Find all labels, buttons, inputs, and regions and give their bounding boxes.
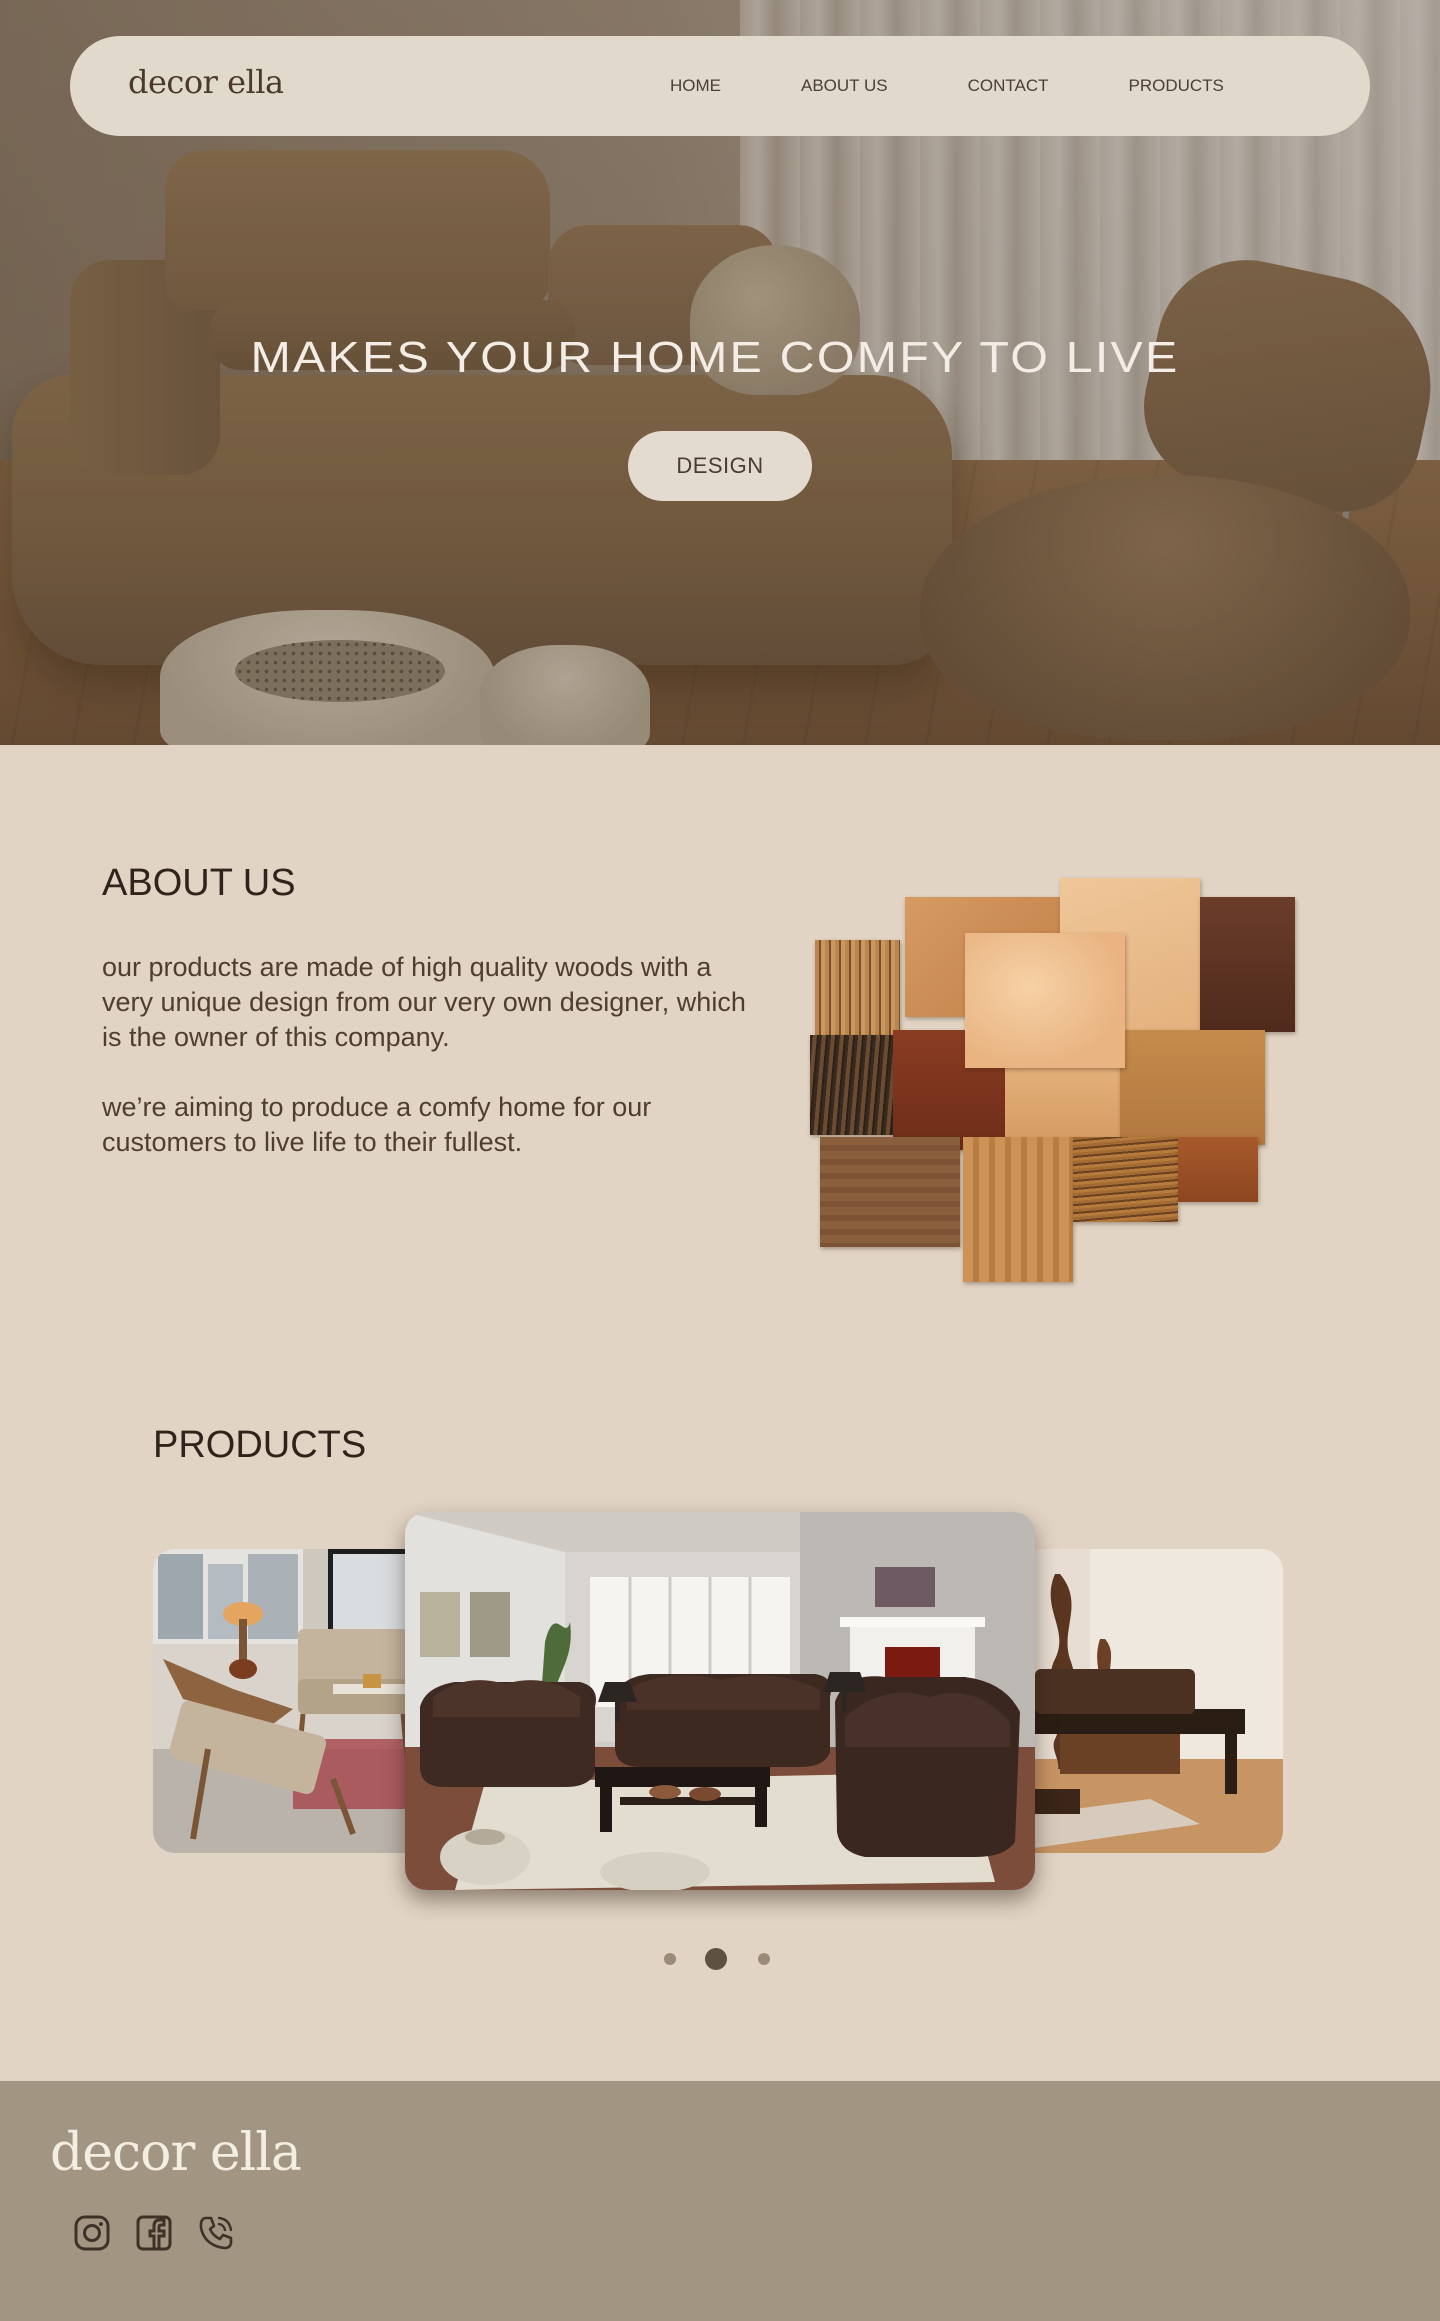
product-image <box>153 1549 443 1853</box>
about-title: ABOUT US <box>102 862 296 904</box>
product-image <box>1000 1549 1283 1853</box>
nav-item-about-us[interactable]: ABOUT US <box>801 76 888 96</box>
product-card-right[interactable] <box>1000 1549 1283 1853</box>
product-image <box>405 1512 1035 1890</box>
brand-logo[interactable]: decor ella <box>128 63 284 101</box>
nav-links: HOME ABOUT US CONTACT PRODUCTS <box>670 36 1304 136</box>
footer-logo: decor ella <box>50 2123 302 2183</box>
instagram-icon[interactable] <box>73 2214 111 2257</box>
footer: decor ella <box>0 2081 1440 2321</box>
about-paragraph: we’re aiming to produce a comfy home for… <box>102 1092 652 1157</box>
product-card-left[interactable] <box>153 1549 443 1853</box>
nav-item-contact[interactable]: CONTACT <box>968 76 1049 96</box>
about-paragraph: our products are made of high quality wo… <box>102 952 746 1052</box>
facebook-icon[interactable] <box>135 2214 173 2257</box>
carousel-dot-3[interactable] <box>758 1953 770 1965</box>
phone-icon[interactable] <box>197 2214 235 2257</box>
nav-item-products[interactable]: PRODUCTS <box>1129 76 1224 96</box>
carousel-dot-1[interactable] <box>664 1953 676 1965</box>
top-navbar: decor ella HOME ABOUT US CONTACT PRODUCT… <box>70 36 1370 136</box>
products-title: PRODUCTS <box>153 1424 367 1466</box>
nav-item-home[interactable]: HOME <box>670 76 721 96</box>
hero-title: MAKES YOUR HOME COMFY TO LIVE <box>250 333 1180 382</box>
product-card-active[interactable] <box>405 1512 1035 1890</box>
design-button[interactable]: DESIGN <box>628 431 812 501</box>
carousel-dot-2-active[interactable] <box>705 1948 727 1970</box>
carousel-indicator <box>0 1944 1440 1974</box>
wood-samples-image <box>805 875 1295 1285</box>
